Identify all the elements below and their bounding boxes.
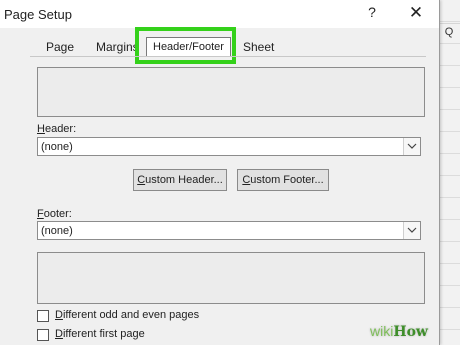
tab-page[interactable]: Page bbox=[46, 38, 74, 56]
page-setup-dialog: Page Setup ? ✕ Page Margins Header/Foote… bbox=[0, 0, 440, 345]
footer-preview bbox=[37, 252, 425, 304]
header-preview bbox=[37, 67, 425, 117]
different-odd-even-checkbox[interactable] bbox=[37, 310, 49, 322]
tab-header-footer[interactable]: Header/Footer bbox=[146, 37, 231, 57]
header-dropdown-value: (none) bbox=[41, 141, 73, 153]
footer-dropdown-value: (none) bbox=[41, 225, 73, 237]
spreadsheet-column-strip bbox=[439, 24, 460, 345]
footer-label: Footer: bbox=[37, 208, 72, 220]
custom-footer-button[interactable]: Custom Footer... bbox=[237, 169, 329, 191]
chevron-down-icon[interactable] bbox=[403, 138, 420, 155]
footer-dropdown[interactable]: (none) bbox=[37, 221, 421, 240]
dialog-title: Page Setup bbox=[4, 7, 72, 22]
header-dropdown[interactable]: (none) bbox=[37, 137, 421, 156]
wikihow-watermark: wikiHow bbox=[370, 323, 428, 340]
different-first-page-label: Different first page bbox=[55, 328, 145, 340]
column-header-q[interactable]: Q bbox=[442, 26, 456, 38]
header-label: Header: bbox=[37, 123, 77, 135]
tab-margins[interactable]: Margins bbox=[96, 38, 139, 56]
tab-panel-divider bbox=[30, 56, 426, 57]
chevron-down-icon[interactable] bbox=[403, 222, 420, 239]
custom-header-button[interactable]: Custom Header... bbox=[133, 169, 227, 191]
different-odd-even-label: Different odd and even pages bbox=[55, 309, 200, 321]
tab-sheet[interactable]: Sheet bbox=[243, 38, 274, 56]
help-button[interactable]: ? bbox=[364, 4, 380, 24]
dialog-title-bar[interactable]: Page Setup ? ✕ bbox=[0, 0, 439, 28]
different-first-page-checkbox[interactable] bbox=[37, 329, 49, 341]
close-button[interactable]: ✕ bbox=[405, 3, 427, 25]
